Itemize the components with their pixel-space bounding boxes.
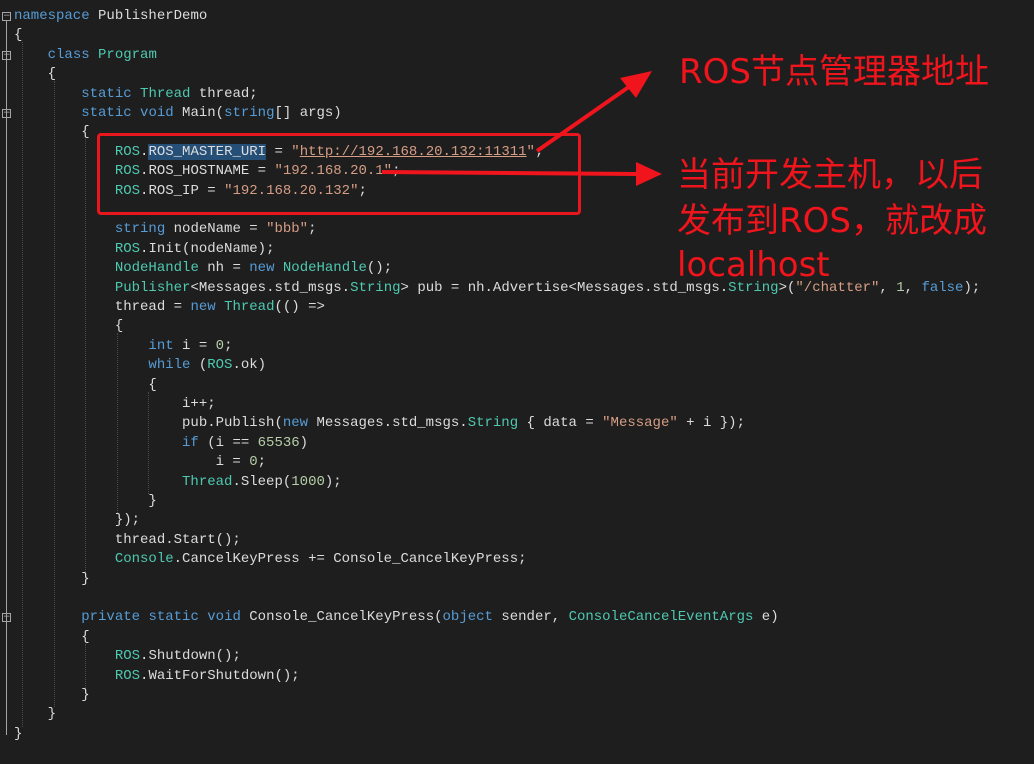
host-note-line-3: localhost xyxy=(677,245,830,285)
master-address-note: ROS节点管理器地址 xyxy=(679,52,989,92)
code-editor[interactable]: −−−− namespace PublisherDemo{ class Prog… xyxy=(0,0,1034,764)
arrow-to-master-note xyxy=(535,82,635,153)
arrow-head-master xyxy=(620,71,652,98)
annotation-arrows xyxy=(381,71,662,186)
arrow-head-host xyxy=(636,162,662,186)
host-note-line-2: 发布到ROS，就改成 xyxy=(677,201,987,241)
arrow-to-host-note xyxy=(381,170,641,176)
host-note-line-1: 当前开发主机，以后 xyxy=(677,155,983,195)
